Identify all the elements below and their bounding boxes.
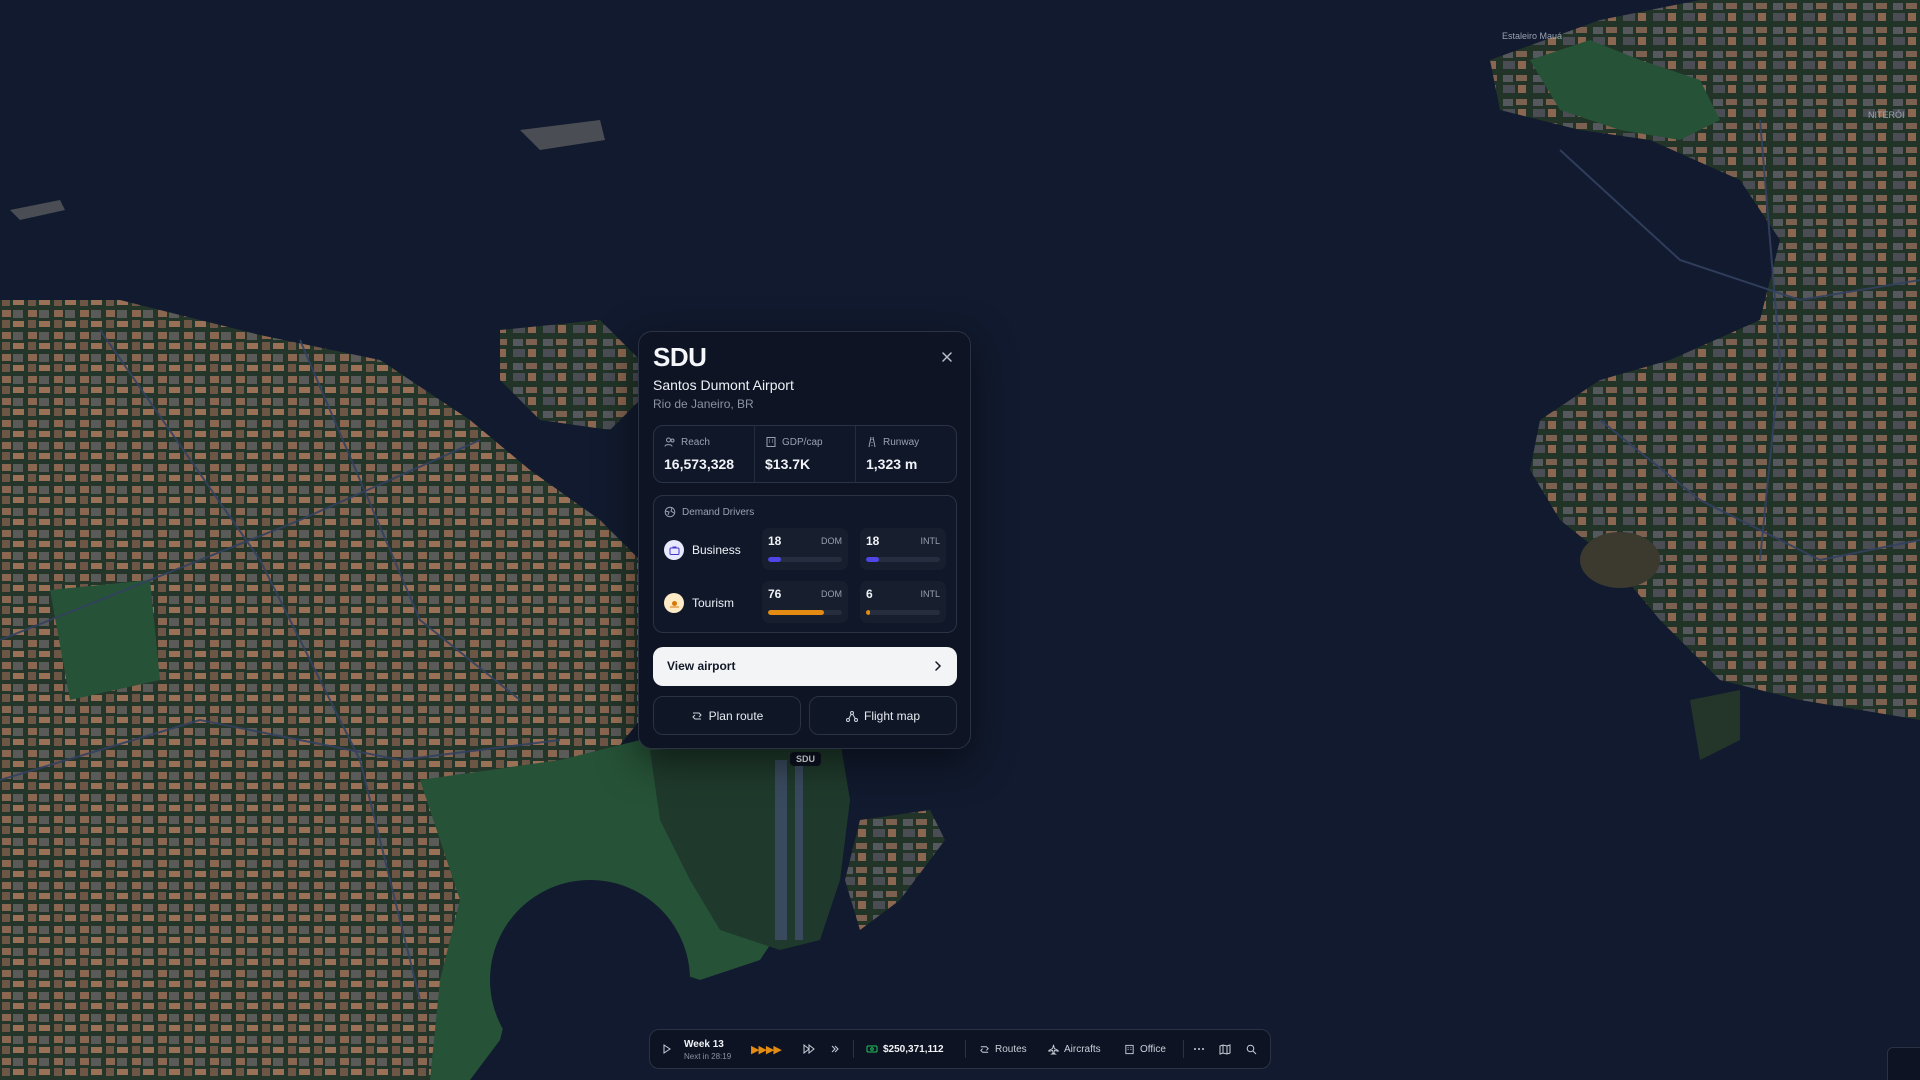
stat-label: Runway xyxy=(883,436,920,448)
demand-row-name: Business xyxy=(692,543,741,557)
demand-bar xyxy=(866,557,880,562)
tile-tag: INTL xyxy=(920,589,940,599)
flight-map-button[interactable]: Flight map xyxy=(809,696,957,735)
fast-forward-button[interactable] xyxy=(803,1030,815,1068)
balance-amount: $250,371,112 xyxy=(883,1043,944,1055)
demand-bar xyxy=(866,610,871,615)
tile-tag: DOM xyxy=(821,589,842,599)
route-icon xyxy=(980,1045,989,1053)
bottom-toolbar: Week 13 Next in 28:19 ▶▶▶▶ $250,371,112 … xyxy=(649,1029,1271,1069)
routes-button[interactable]: Routes xyxy=(979,1030,1027,1068)
cash-icon xyxy=(866,1045,878,1053)
play-icon xyxy=(663,1044,671,1054)
airport-pin-label[interactable]: SDU xyxy=(790,752,822,766)
office-button[interactable]: Office xyxy=(1124,1030,1166,1068)
stat-label: GDP/cap xyxy=(782,436,823,448)
tourism-intl-tile: 6 INTL xyxy=(860,581,946,623)
sun-icon xyxy=(664,593,684,613)
demand-row-tourism: Tourism 76 DOM 6 INTL xyxy=(654,581,958,625)
map-view-button[interactable] xyxy=(1219,1030,1231,1068)
flight-map-label: Flight map xyxy=(863,708,921,723)
next-timer: Next in 28:19 xyxy=(684,1052,732,1061)
airport-code: SDU xyxy=(653,342,707,372)
building-icon xyxy=(1125,1044,1134,1054)
business-dom-tile: 18 DOM xyxy=(762,528,848,570)
aircrafts-label: Aircrafts xyxy=(1064,1043,1101,1055)
tile-value: 76 xyxy=(768,587,782,601)
tourism-dom-tile: 76 DOM xyxy=(762,581,848,623)
stat-value: $13.7K xyxy=(765,456,811,472)
business-intl-tile: 18 INTL xyxy=(860,528,946,570)
runway-icon xyxy=(868,436,876,448)
corner-widget[interactable] xyxy=(1887,1047,1920,1080)
search-button[interactable] xyxy=(1246,1030,1257,1068)
stat-label: Reach xyxy=(681,436,710,448)
tile-tag: DOM xyxy=(821,536,842,546)
balance[interactable]: $250,371,112 xyxy=(866,1030,944,1068)
map-label-estaleiro: Estaleiro Mauá xyxy=(1502,31,1563,41)
stat-runway: Runway 1,323 m xyxy=(856,426,956,482)
fast-forward-icon xyxy=(803,1044,815,1054)
demand-bar xyxy=(768,557,782,562)
briefcase-icon xyxy=(664,540,684,560)
skip-button[interactable] xyxy=(830,1030,840,1068)
demand-row-name: Tourism xyxy=(692,596,735,610)
speed-indicator: ▶▶▶▶ xyxy=(751,1043,782,1056)
close-button[interactable] xyxy=(938,348,956,366)
tile-value: 18 xyxy=(866,534,880,548)
globe-icon xyxy=(664,506,676,518)
aircrafts-button[interactable]: Aircrafts xyxy=(1048,1030,1101,1068)
map-label-niteroi: NITERÓI xyxy=(1868,110,1905,120)
building-icon xyxy=(766,437,776,447)
play-button[interactable] xyxy=(662,1030,672,1068)
week-label: Week 13 xyxy=(684,1039,724,1050)
tile-value: 6 xyxy=(866,587,873,601)
plan-route-label: Plan route xyxy=(708,708,764,723)
more-button[interactable] xyxy=(1193,1030,1205,1068)
demand-drivers: Demand Drivers Business 18 DOM 18 INTL T… xyxy=(653,495,957,633)
tile-value: 18 xyxy=(768,534,782,548)
stat-value: 1,323 m xyxy=(866,456,918,472)
airport-location: Rio de Janeiro, BR xyxy=(653,397,754,411)
airport-popup: SDU Santos Dumont Airport Rio de Janeiro… xyxy=(638,331,971,749)
stat-gdp: GDP/cap $13.7K xyxy=(755,426,856,482)
stat-value: 16,573,328 xyxy=(664,456,735,472)
plan-route-button[interactable]: Plan route xyxy=(653,696,801,735)
search-icon xyxy=(1246,1044,1257,1054)
demand-row-business: Business 18 DOM 18 INTL xyxy=(654,528,958,572)
users-icon xyxy=(664,437,675,447)
routes-label: Routes xyxy=(995,1043,1027,1055)
demand-bar xyxy=(768,610,825,615)
view-airport-button[interactable]: View airport xyxy=(653,647,957,686)
chevron-right-icon xyxy=(935,661,942,671)
double-chevron-right-icon xyxy=(831,1045,839,1053)
stat-reach: Reach 16,573,328 xyxy=(654,426,755,482)
demand-title: Demand Drivers xyxy=(682,506,755,518)
airport-stats: Reach 16,573,328 GDP/cap $13.7K Runway 1… xyxy=(653,425,957,483)
tile-tag: INTL xyxy=(920,536,940,546)
office-label: Office xyxy=(1140,1043,1166,1055)
plane-icon xyxy=(1048,1044,1059,1055)
view-airport-label: View airport xyxy=(667,659,736,673)
airport-name: Santos Dumont Airport xyxy=(653,377,794,393)
speed-control[interactable]: ▶▶▶▶ xyxy=(751,1030,782,1068)
route-icon xyxy=(691,712,702,719)
close-icon xyxy=(942,352,952,362)
network-icon xyxy=(845,710,858,722)
map-icon xyxy=(1219,1043,1231,1055)
more-horizontal-icon xyxy=(1194,1048,1204,1050)
